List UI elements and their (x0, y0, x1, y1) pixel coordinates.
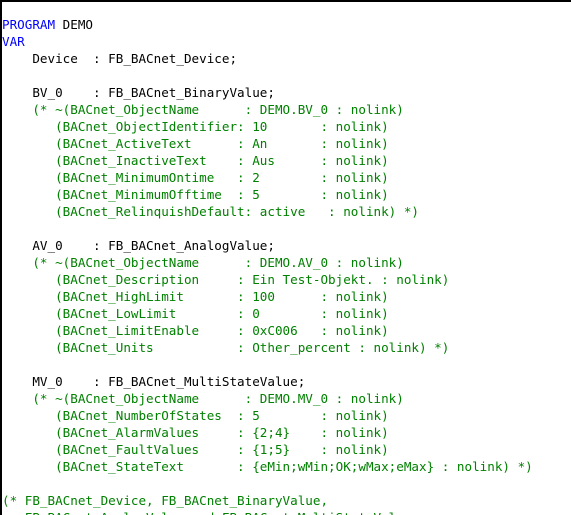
code-line: VAR (2, 33, 571, 50)
code-line: (BACnet_Description : Ein Test-Objekt. :… (2, 271, 571, 288)
code-line: (* FB_BACnet_Device, FB_BACnet_BinaryVal… (2, 492, 571, 509)
code-keyword: PROGRAM (2, 16, 56, 32)
code-line: (BACnet_Units : Other_percent : nolink) … (2, 339, 571, 356)
code-comment: (* FB_BACnet_Device, FB_BACnet_BinaryVal… (2, 492, 329, 508)
code-line: (BACnet_LowLimit : 0 : nolink) (2, 305, 571, 322)
code-line: (* ~(BACnet_ObjectName : DEMO.AV_0 : nol… (2, 254, 571, 271)
code-comment: (BACnet_MinimumOntime : 2 : nolink) (2, 169, 389, 185)
code-comment: (BACnet_RelinquishDefault: active : noli… (2, 203, 420, 219)
code-line: (BACnet_HighLimit : 100 : nolink) (2, 288, 571, 305)
code-line: FB_BACnet_AnalogValue and FB_BACnet_Mult… (2, 509, 571, 515)
code-line: (BACnet_RelinquishDefault: active : noli… (2, 203, 571, 220)
code-line: BV_0 : FB_BACnet_BinaryValue; (2, 84, 571, 101)
code-line: (BACnet_StateText : {eMin;wMin;OK;wMax;e… (2, 458, 571, 475)
code-line: (BACnet_MinimumOntime : 2 : nolink) (2, 169, 571, 186)
code-comment: (BACnet_NumberOfStates : 5 : nolink) (2, 407, 389, 423)
code-editor-window: PROGRAM DEMO VAR Device : FB_BACnet_Devic… (0, 0, 571, 515)
code-text: AV_0 : FB_BACnet_AnalogValue; (2, 237, 275, 253)
code-comment: (BACnet_FaultValues : {1;5} : nolink) (2, 441, 389, 457)
code-line: (* ~(BACnet_ObjectName : DEMO.BV_0 : nol… (2, 101, 571, 118)
code-line: Device : FB_BACnet_Device; (2, 50, 571, 67)
code-text: MV_0 : FB_BACnet_MultiStateValue; (2, 373, 306, 389)
code-line: (BACnet_LimitEnable : 0xC006 : nolink) (2, 322, 571, 339)
code-line: (BACnet_AlarmValues : {2;4} : nolink) (2, 424, 571, 441)
code-line: (* ~(BACnet_ObjectName : DEMO.MV_0 : nol… (2, 390, 571, 407)
code-comment: (* ~(BACnet_ObjectName : DEMO.AV_0 : nol… (2, 254, 404, 270)
code-comment: (BACnet_StateText : {eMin;wMin;OK;wMax;e… (2, 458, 533, 474)
code-comment: FB_BACnet_AnalogValue and FB_BACnet_Mult… (2, 510, 412, 515)
code-listing[interactable]: PROGRAM DEMO VAR Device : FB_BACnet_Devic… (2, 16, 571, 515)
code-line: (BACnet_FaultValues : {1;5} : nolink) (2, 441, 571, 458)
code-text: Device : FB_BACnet_Device; (2, 50, 238, 66)
code-comment: (BACnet_AlarmValues : {2;4} : nolink) (2, 424, 389, 440)
code-comment: (BACnet_MinimumOfftime : 5 : nolink) (2, 186, 389, 202)
code-comment: (BACnet_ActiveText : An : nolink) (2, 135, 389, 151)
code-comment: (BACnet_Units : Other_percent : nolink) … (2, 339, 450, 355)
code-line: AV_0 : FB_BACnet_AnalogValue; (2, 237, 571, 254)
code-line: (BACnet_InactiveText : Aus : nolink) (2, 152, 571, 169)
code-comment: (BACnet_LimitEnable : 0xC006 : nolink) (2, 322, 389, 338)
code-comment: (* ~(BACnet_ObjectName : DEMO.MV_0 : nol… (2, 390, 404, 406)
code-comment: (* ~(BACnet_ObjectName : DEMO.BV_0 : nol… (2, 101, 404, 117)
code-comment: (BACnet_Description : Ein Test-Objekt. :… (2, 271, 450, 287)
code-line: PROGRAM DEMO (2, 16, 571, 33)
code-line: (BACnet_MinimumOfftime : 5 : nolink) (2, 186, 571, 203)
code-text: DEMO (55, 16, 93, 32)
code-comment: (BACnet_ObjectIdentifier: 10 : nolink) (2, 118, 389, 134)
code-line: (BACnet_NumberOfStates : 5 : nolink) (2, 407, 571, 424)
code-line: MV_0 : FB_BACnet_MultiStateValue; (2, 373, 571, 390)
code-keyword: VAR (2, 33, 25, 49)
code-comment: (BACnet_HighLimit : 100 : nolink) (2, 288, 389, 304)
code-text: BV_0 : FB_BACnet_BinaryValue; (2, 84, 275, 100)
code-comment: (BACnet_LowLimit : 0 : nolink) (2, 305, 389, 321)
code-comment: (BACnet_InactiveText : Aus : nolink) (2, 152, 389, 168)
code-line: (BACnet_ObjectIdentifier: 10 : nolink) (2, 118, 571, 135)
code-line: (BACnet_ActiveText : An : nolink) (2, 135, 571, 152)
